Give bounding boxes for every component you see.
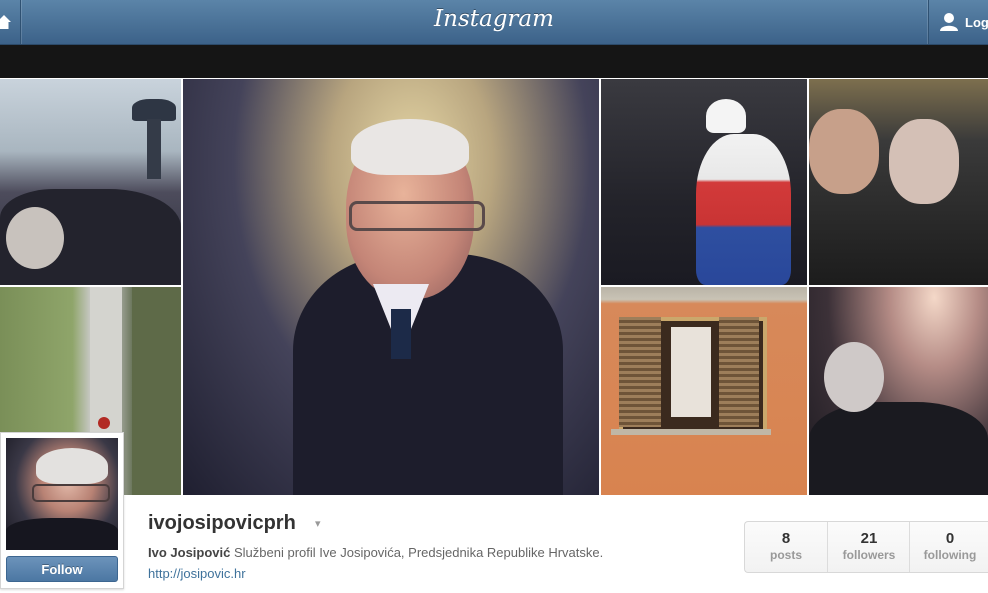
photo-tile-5[interactable]: [809, 79, 988, 285]
stat-following-value: 0: [945, 530, 955, 547]
stat-posts[interactable]: 8 posts: [745, 522, 827, 572]
photo-detail: [351, 119, 469, 175]
profile-card: Follow: [0, 432, 124, 589]
photo-detail: [889, 119, 959, 204]
photo-tile-6[interactable]: [601, 287, 807, 495]
photo-detail: [671, 327, 711, 417]
photo-detail: [696, 134, 791, 285]
stat-following-label: following: [923, 548, 977, 562]
profile-bio-text: Službeni profil Ive Josipovića, Predsjed…: [234, 545, 604, 560]
photo-detail: [6, 518, 118, 550]
photo-detail: [32, 484, 110, 502]
photo-detail: [706, 99, 746, 133]
top-navigation-bar: Instagram Log: [0, 0, 988, 45]
follow-button[interactable]: Follow: [6, 556, 118, 582]
stat-posts-value: 8: [781, 530, 791, 547]
photo-detail: [147, 119, 161, 179]
stat-following[interactable]: 0 following: [909, 522, 988, 572]
header-band: [0, 45, 988, 78]
photo-detail: [6, 207, 64, 269]
photo-detail: [719, 317, 759, 427]
avatar[interactable]: [6, 438, 118, 550]
profile-username: ivojosipovicprh: [148, 512, 296, 534]
stat-posts-label: posts: [769, 548, 802, 562]
profile-website-link[interactable]: http://josipovic.hr: [148, 566, 246, 581]
photo-detail: [132, 99, 176, 121]
photo-detail: [809, 402, 988, 495]
photo-tile-featured[interactable]: [183, 79, 599, 495]
instagram-logo[interactable]: Instagram: [0, 6, 988, 32]
photo-detail: [611, 429, 771, 435]
photo-tile-1[interactable]: [0, 79, 181, 285]
profile-stats: 8 posts 21 followers 0 following: [744, 521, 988, 573]
photo-detail: [98, 417, 110, 429]
photo-detail: [824, 342, 884, 412]
login-button[interactable]: Log: [928, 0, 988, 44]
photo-tile-7[interactable]: [809, 287, 988, 495]
user-icon: [940, 13, 958, 31]
profile-full-name: Ivo Josipović: [148, 545, 231, 560]
login-label: Log: [965, 15, 988, 30]
chevron-down-icon[interactable]: ▾: [315, 517, 321, 530]
photo-detail: [132, 287, 181, 495]
photo-detail: [36, 448, 108, 484]
stat-followers-label: followers: [842, 548, 896, 562]
photo-detail: [349, 201, 485, 231]
stat-followers-value: 21: [860, 530, 878, 547]
profile-bio: Ivo Josipović Službeni profil Ive Josipo…: [148, 545, 603, 560]
stat-followers[interactable]: 21 followers: [827, 522, 910, 572]
photo-tile-4[interactable]: [601, 79, 807, 285]
photo-detail: [619, 317, 661, 427]
photo-detail: [391, 309, 411, 359]
photo-detail: [809, 109, 879, 194]
